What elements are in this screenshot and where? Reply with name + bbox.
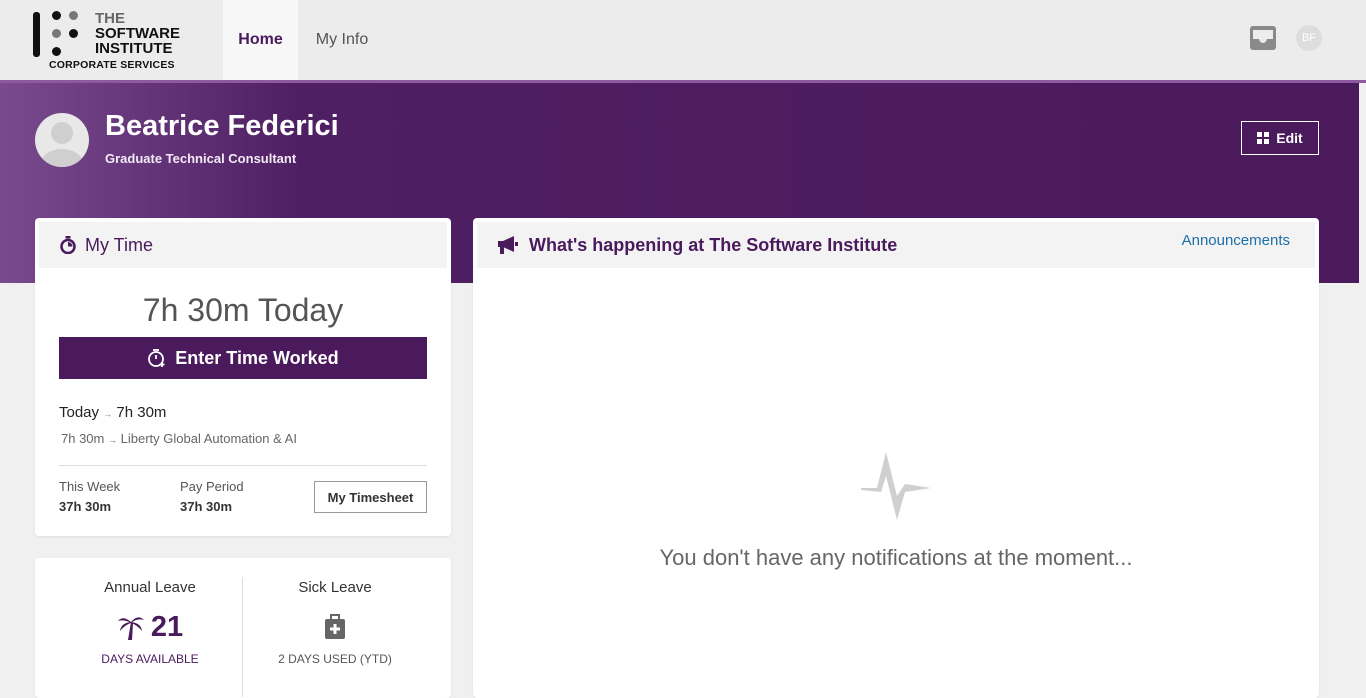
logo-bar xyxy=(33,12,40,57)
pay-period-label: Pay Period xyxy=(180,479,244,494)
user-avatar[interactable]: BF xyxy=(1296,25,1322,51)
enter-time-worked-button[interactable]: Enter Time Worked xyxy=(59,337,427,379)
leave-card: Annual Leave 21 DAYS AVAILABLE Sick Leav… xyxy=(35,558,451,698)
announcements-link[interactable]: Announcements xyxy=(1182,232,1290,249)
entry-hours: 7h 30m xyxy=(61,431,105,446)
annual-leave-days: 21 xyxy=(150,610,184,643)
my-timesheet-button[interactable]: My Timesheet xyxy=(314,481,427,513)
arrow-right-icon: → xyxy=(108,435,117,445)
stopwatch-plus-icon xyxy=(148,349,165,367)
logo-text-line4: CORPORATE SERVICES xyxy=(49,59,175,71)
profile-name: Beatrice Federici xyxy=(105,110,339,142)
today-value: 7h 30m xyxy=(116,404,167,421)
this-week-label: This Week xyxy=(59,479,121,494)
today-summary: Today → 7h 30m xyxy=(59,404,166,421)
grid-icon xyxy=(1257,132,1270,144)
my-time-title: My Time xyxy=(85,234,154,255)
logo-dot xyxy=(52,11,61,20)
enter-time-worked-label: Enter Time Worked xyxy=(175,347,339,368)
megaphone-icon xyxy=(498,236,518,254)
logo-dot xyxy=(52,29,61,38)
logo-text-line3: INSTITUTE xyxy=(95,40,173,57)
entry-project: Liberty Global Automation & AI xyxy=(120,431,297,446)
annual-leave-section[interactable]: Annual Leave 21 DAYS AVAILABLE xyxy=(50,579,250,666)
sick-leave-label: Sick Leave xyxy=(298,579,372,596)
this-week-value: 37h 30m xyxy=(59,499,112,514)
edit-button[interactable]: Edit xyxy=(1241,121,1319,155)
divider xyxy=(59,465,427,466)
sick-leave-section[interactable]: Sick Leave 2 DAYS USED (YTD) xyxy=(235,579,435,666)
annual-leave-label: Annual Leave xyxy=(104,579,196,596)
logo-dot xyxy=(52,47,61,56)
pulse-icon xyxy=(861,452,931,520)
person-icon xyxy=(41,122,83,167)
company-logo[interactable]: THE SOFTWARE INSTITUTE CORPORATE SERVICE… xyxy=(33,11,193,71)
profile-avatar[interactable] xyxy=(35,113,89,167)
announcements-card: What's happening at The Software Institu… xyxy=(473,218,1319,698)
my-time-header: My Time xyxy=(39,222,447,268)
announcements-title: What's happening at The Software Institu… xyxy=(529,234,898,255)
medical-kit-icon xyxy=(325,614,345,639)
days-available-label: DAYS AVAILABLE xyxy=(101,652,199,666)
inbox-icon[interactable] xyxy=(1249,24,1277,52)
top-nav: THE SOFTWARE INSTITUTE CORPORATE SERVICE… xyxy=(0,0,1366,80)
days-used-label: 2 DAYS USED (YTD) xyxy=(278,652,392,666)
today-label: Today xyxy=(59,404,100,421)
my-time-card: My Time 7h 30m Today Enter Time Worked T… xyxy=(35,218,451,536)
time-entry-detail: 7h 30m → Liberty Global Automation & AI xyxy=(61,431,297,446)
empty-notifications-message: You don't have any notifications at the … xyxy=(659,545,1133,570)
today-total: 7h 30m Today xyxy=(142,292,344,328)
profile-job-title: Graduate Technical Consultant xyxy=(105,151,297,166)
arrow-right-icon: → xyxy=(103,409,113,419)
stopwatch-icon xyxy=(60,236,76,254)
nav-tab-home[interactable]: Home xyxy=(223,0,298,80)
logo-dot xyxy=(69,11,78,20)
pay-period-value: 37h 30m xyxy=(180,499,233,514)
palm-tree-icon xyxy=(117,617,144,640)
edit-button-label: Edit xyxy=(1276,130,1303,146)
nav-tab-my-info[interactable]: My Info xyxy=(306,0,378,80)
logo-dot xyxy=(69,29,78,38)
